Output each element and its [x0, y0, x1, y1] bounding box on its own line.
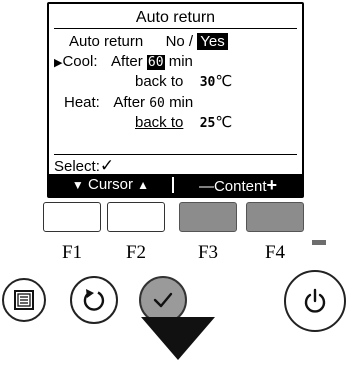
check-icon [153, 292, 173, 308]
f1-button[interactable] [43, 202, 101, 232]
lcd-divider [54, 154, 297, 155]
f3-label: F3 [197, 242, 219, 263]
option-yes-selected: Yes [197, 33, 228, 50]
cursor-hint: ▼ Cursor ▲ [49, 174, 172, 196]
cool-temp-unit: ℃ [215, 73, 233, 90]
screen-title: Auto return [54, 8, 297, 29]
heat-min-unit: min [169, 94, 194, 111]
cool-back-row: back to 30℃ [135, 73, 232, 92]
return-icon [83, 289, 105, 311]
auto-return-row: Auto return No / Yes [69, 33, 228, 51]
cursor-hint-label: Cursor [87, 176, 133, 193]
heat-after-text: After [113, 94, 146, 111]
next-step-arrow-icon [141, 317, 215, 360]
f2-label: F2 [125, 242, 147, 263]
f3-button[interactable] [179, 202, 237, 232]
cool-temperature-value: 30 [199, 75, 216, 90]
heat-back-to-text: back to [135, 114, 184, 131]
heat-temperature-value: 25 [199, 116, 216, 131]
content-hint: —Content+ [174, 174, 302, 196]
content-plus-icon: + [266, 175, 278, 195]
f1-label: F1 [61, 242, 83, 263]
lcd-screen: Auto return Auto return No / Yes ▶Cool: … [47, 2, 304, 198]
cool-label: Cool: [62, 53, 98, 70]
heat-row: Heat: After 60 min [64, 94, 193, 113]
operation-led [312, 240, 326, 245]
cool-row: ▶Cool: After 60 min [54, 53, 193, 72]
f4-button[interactable] [246, 202, 304, 232]
power-button[interactable] [284, 270, 346, 332]
cool-back-to-text: back to [135, 73, 184, 90]
f4-label: F4 [264, 242, 286, 263]
cool-minutes-value: 60 [146, 55, 165, 70]
content-minus-icon: — [198, 178, 214, 195]
return-button[interactable] [70, 276, 118, 324]
heat-minutes-value: 60 [149, 96, 165, 111]
heat-label: Heat: [64, 94, 100, 111]
menu-button[interactable] [2, 278, 46, 322]
heat-back-row: back to 25℃ [135, 114, 232, 133]
auto-return-label: Auto return [69, 33, 144, 50]
select-check-icon: ✓ [99, 156, 115, 175]
f2-button[interactable] [107, 202, 165, 232]
option-no: No [165, 33, 185, 50]
select-label: Select: [54, 158, 100, 175]
lcd-bottom-bar: ▼ Cursor ▲ —Content+ [49, 174, 302, 196]
heat-temp-unit: ℃ [215, 114, 233, 131]
cool-min-unit: min [168, 53, 193, 70]
content-hint-label: Content [213, 178, 267, 195]
cool-after-text: After [111, 53, 143, 70]
cursor-up-icon: ▲ [137, 178, 150, 192]
menu-icon [14, 290, 34, 310]
power-icon [304, 288, 326, 313]
cursor-down-icon: ▼ [71, 178, 84, 192]
option-separator: / [184, 33, 194, 50]
